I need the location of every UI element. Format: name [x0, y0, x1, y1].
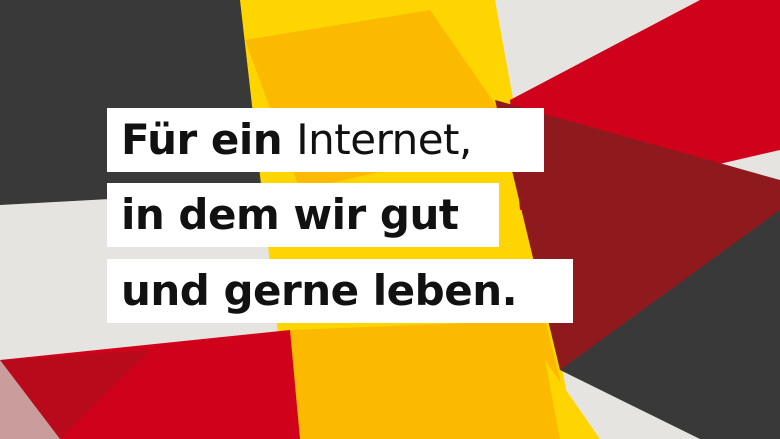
headline-line-2: in dem wir gut	[107, 183, 499, 247]
banner: Für ein Internet, in dem wir gut und ger…	[0, 0, 780, 439]
headline: Für ein Internet, in dem wir gut und ger…	[0, 0, 780, 439]
headline-line-3: und gerne leben.	[107, 259, 573, 323]
headline-line-1: Für ein Internet,	[107, 108, 544, 172]
headline-line-1-bold: Für ein	[121, 115, 283, 164]
headline-line-1-regular: Internet,	[296, 115, 472, 164]
